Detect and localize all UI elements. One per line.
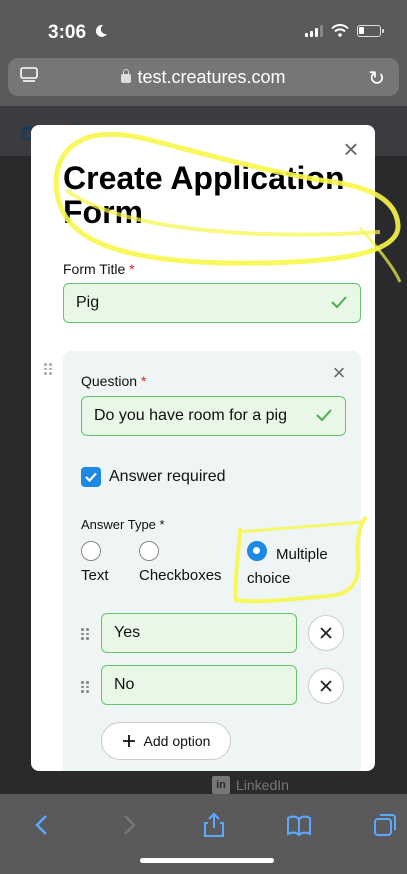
- back-icon[interactable]: [30, 812, 56, 838]
- add-option-label: Add option: [143, 733, 211, 749]
- remove-option-button[interactable]: [308, 668, 344, 704]
- question-value: Do you have room for a pig: [94, 407, 287, 424]
- option-drag-handle[interactable]: [81, 681, 89, 693]
- close-modal-button[interactable]: ×: [337, 135, 365, 163]
- signal-icon: [305, 24, 323, 37]
- question-label: Question *: [81, 373, 147, 389]
- application-form-modal: × Create Application Form Form Title * P…: [31, 125, 375, 771]
- remove-option-button[interactable]: [308, 615, 344, 651]
- reload-icon[interactable]: ↻: [368, 66, 385, 91]
- answer-type-text-radio[interactable]: [81, 541, 101, 561]
- browser-chrome: test.creatures.com ↻: [0, 56, 407, 106]
- answer-type-label: Answer Type *: [81, 517, 165, 532]
- status-icons: [305, 24, 384, 37]
- answer-required-checkbox[interactable]: [81, 467, 101, 487]
- wifi-icon: [331, 24, 349, 37]
- option-input-yes[interactable]: Yes: [101, 613, 297, 653]
- tabs-icon[interactable]: [372, 812, 398, 838]
- linkedin-link[interactable]: in LinkedIn: [212, 776, 289, 794]
- question-input[interactable]: Do you have room for a pig: [81, 396, 346, 436]
- battery-icon: [357, 24, 384, 37]
- question-drag-handle[interactable]: [44, 363, 52, 375]
- status-time: 3:06: [48, 22, 109, 44]
- bookmarks-icon[interactable]: [286, 812, 312, 838]
- answer-type-text-label: Text: [81, 567, 109, 584]
- answer-type-multiple-choice-label: Multiple choice: [247, 546, 328, 587]
- add-option-button[interactable]: Add option: [101, 722, 231, 760]
- linkedin-icon: in: [212, 776, 230, 794]
- clock: 3:06: [48, 22, 87, 43]
- modal-title: Create Application Form: [63, 160, 345, 230]
- option-input-no[interactable]: No: [101, 665, 297, 705]
- close-icon: [320, 680, 332, 692]
- moon-icon: [96, 24, 108, 37]
- status-bar: 3:06: [0, 0, 407, 56]
- home-indicator: [140, 858, 274, 863]
- share-icon[interactable]: [201, 812, 227, 838]
- form-title-value: Pig: [76, 294, 100, 311]
- forward-icon[interactable]: [115, 812, 141, 838]
- lock-icon: [121, 69, 132, 83]
- option-value: Yes: [114, 624, 141, 641]
- url-display: test.creatures.com: [8, 67, 399, 88]
- plus-icon: [122, 735, 135, 747]
- url-text: test.creatures.com: [137, 67, 286, 87]
- option-drag-handle[interactable]: [81, 628, 89, 640]
- close-icon: [320, 627, 332, 639]
- question-card: × Question * Do you have room for a pig …: [63, 351, 361, 771]
- form-title-label: Form Title *: [63, 261, 135, 277]
- address-bar[interactable]: test.creatures.com ↻: [8, 58, 399, 96]
- checkmark-icon: [85, 472, 97, 483]
- answer-required-label: Answer required: [109, 468, 226, 485]
- valid-check-icon: [316, 409, 332, 422]
- form-title-input[interactable]: Pig: [63, 283, 361, 323]
- valid-check-icon: [331, 296, 347, 309]
- remove-question-button[interactable]: ×: [325, 359, 353, 387]
- answer-type-checkboxes-radio[interactable]: [139, 541, 159, 561]
- answer-type-checkboxes-label: Checkboxes: [139, 567, 222, 584]
- option-value: No: [114, 676, 135, 693]
- linkedin-label: LinkedIn: [236, 777, 289, 793]
